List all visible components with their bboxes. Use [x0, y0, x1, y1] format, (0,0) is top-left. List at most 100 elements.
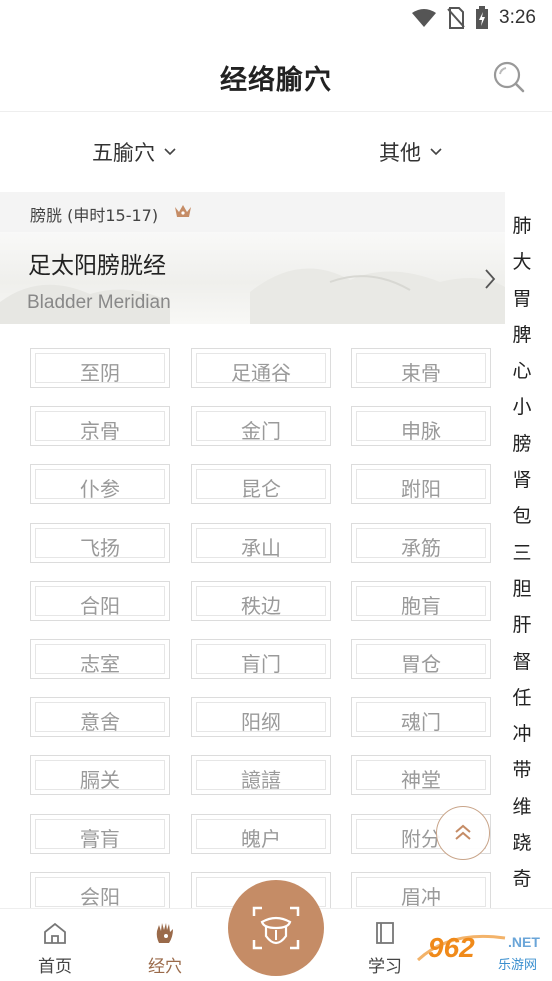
index-item[interactable]: 冲	[508, 716, 536, 752]
index-item[interactable]: 奇	[508, 861, 536, 897]
acupoint-label: 膏肓	[80, 826, 120, 851]
acupoint-item[interactable]: 意舍	[30, 697, 170, 738]
acupoint-label: 仆参	[80, 477, 120, 502]
acupoint-item[interactable]: 承山	[191, 522, 331, 563]
index-item[interactable]: 三	[508, 535, 536, 571]
acupoint-label: 魂门	[401, 710, 441, 735]
filter-wushuxue-dropdown[interactable]: 五腧穴	[92, 137, 177, 167]
watermark-net: .NET	[508, 934, 540, 950]
index-item[interactable]: 胃	[508, 281, 536, 317]
status-time: 3:26	[499, 7, 536, 28]
acupoint-item[interactable]: 会阳	[30, 871, 170, 908]
acupoint-item[interactable]: 肓门	[191, 639, 331, 679]
index-item[interactable]: 包	[508, 498, 536, 534]
filter-right-label: 其他	[379, 141, 421, 165]
double-chevron-up-icon	[455, 824, 471, 840]
acupoint-item[interactable]: 飞扬	[30, 522, 170, 563]
index-item[interactable]: 大	[508, 244, 536, 280]
index-item[interactable]: 跷	[508, 825, 536, 861]
acupoint-item[interactable]: 志室	[30, 639, 170, 679]
meridian-card[interactable]: 足太阳膀胱经 Bladder Meridian	[0, 232, 505, 324]
acupoint-item[interactable]: 京骨	[30, 406, 170, 447]
acupoint-item[interactable]: 魄户	[191, 813, 331, 854]
acupoint-label: 会阳	[80, 884, 120, 908]
acupoint-item[interactable]: 神堂	[351, 755, 491, 796]
index-item[interactable]: 肾	[508, 462, 536, 498]
acupoint-item[interactable]: 譩譆	[191, 755, 331, 796]
acupoint-item[interactable]: 昆仑	[191, 464, 331, 505]
acupoint-item[interactable]: 金门	[191, 406, 331, 447]
acupoint-label: 膈关	[80, 768, 120, 793]
meridian-english-name: Bladder Meridian	[27, 292, 171, 313]
acupoint-item[interactable]: 胃仓	[351, 639, 491, 679]
index-item[interactable]: 维	[508, 789, 536, 825]
acupoint-item[interactable]: 跗阳	[351, 464, 491, 505]
nav-home[interactable]: 首页	[20, 921, 90, 977]
acupoint-label: 足通谷	[231, 361, 291, 385]
acupoint-item[interactable]: 膈关	[30, 755, 170, 796]
acupoint-item[interactable]: 承筋	[351, 522, 491, 563]
chevron-down-icon	[164, 148, 176, 156]
acupoint-item[interactable]: 膏肓	[30, 813, 170, 854]
tongue-scan-icon	[252, 906, 300, 950]
index-item[interactable]: 小	[508, 389, 536, 425]
acupoint-label: 至阴	[80, 361, 120, 385]
acupoint-item[interactable]: 合阳	[30, 580, 170, 621]
acupoint-label: 胞肓	[401, 593, 441, 618]
meridian-name: 足太阳膀胱经	[28, 253, 166, 279]
acupoint-item[interactable]: 秩边	[191, 580, 331, 621]
nav-acupoints-label: 经穴	[148, 957, 182, 977]
watermark-logo: 962 .NET 乐游网	[410, 920, 550, 980]
battery-charging-icon	[476, 6, 489, 29]
tongue-scan-button[interactable]	[228, 880, 324, 976]
acupoint-label: 昆仑	[241, 477, 281, 502]
acupoint-label: 承山	[241, 535, 281, 560]
filter-bar: 五腧穴 其他	[0, 113, 552, 191]
index-item[interactable]: 带	[508, 752, 536, 788]
status-bar: 3:26	[0, 0, 552, 40]
watermark-sub: 乐游网	[498, 958, 538, 973]
acupoint-item[interactable]: 申脉	[351, 406, 491, 447]
index-item[interactable]: 心	[508, 353, 536, 389]
nav-home-label: 首页	[38, 957, 72, 977]
acupoint-label: 魄户	[241, 826, 281, 851]
search-icon[interactable]	[492, 60, 526, 94]
acupoint-item[interactable]: 束骨	[351, 348, 491, 388]
index-item[interactable]: 肝	[508, 607, 536, 643]
acupoint-item[interactable]: 至阴	[30, 348, 170, 388]
acupoint-label: 神堂	[401, 768, 441, 793]
meridian-index-bar[interactable]: 肺大胃脾心小膀肾包三胆肝督任冲带维跷奇	[508, 208, 536, 898]
scroll-to-top-button[interactable]	[436, 806, 490, 860]
index-item[interactable]: 脾	[508, 317, 536, 353]
acupoint-label: 束骨	[401, 361, 441, 385]
filter-other-dropdown[interactable]: 其他	[379, 137, 443, 167]
no-sim-icon	[447, 7, 465, 29]
index-item[interactable]: 胆	[508, 571, 536, 607]
header: 经络腧穴	[0, 40, 552, 112]
index-item[interactable]: 督	[508, 644, 536, 680]
index-item[interactable]: 肺	[508, 208, 536, 244]
nav-acupoints[interactable]: 经穴	[130, 921, 200, 977]
index-item[interactable]: 膀	[508, 426, 536, 462]
section-header: 膀胱 (申时15-17)	[0, 192, 505, 232]
filter-left-label: 五腧穴	[92, 141, 155, 165]
acupoint-item[interactable]: 阳纲	[191, 697, 331, 738]
book-icon	[376, 922, 394, 944]
acupoint-item[interactable]: 足通谷	[191, 348, 331, 388]
acupoint-item[interactable]: 魂门	[351, 697, 491, 738]
acupoint-label: 申脉	[401, 419, 441, 444]
home-icon	[44, 922, 66, 944]
acupoint-item[interactable]: 仆参	[30, 464, 170, 505]
wifi-icon	[412, 9, 437, 27]
acupoint-label: 飞扬	[80, 535, 120, 560]
acupoint-label: 承筋	[401, 535, 441, 560]
acupoint-label: 胃仓	[401, 652, 441, 676]
index-item[interactable]: 任	[508, 680, 536, 716]
chevron-right-icon	[485, 269, 496, 289]
watermark-brand: 962	[428, 932, 475, 963]
acupoint-item[interactable]: 眉冲	[351, 871, 491, 908]
page-title: 经络腧穴	[220, 65, 332, 96]
crown-icon	[175, 205, 191, 217]
chevron-down-icon	[430, 148, 442, 156]
acupoint-item[interactable]: 胞肓	[351, 580, 491, 621]
